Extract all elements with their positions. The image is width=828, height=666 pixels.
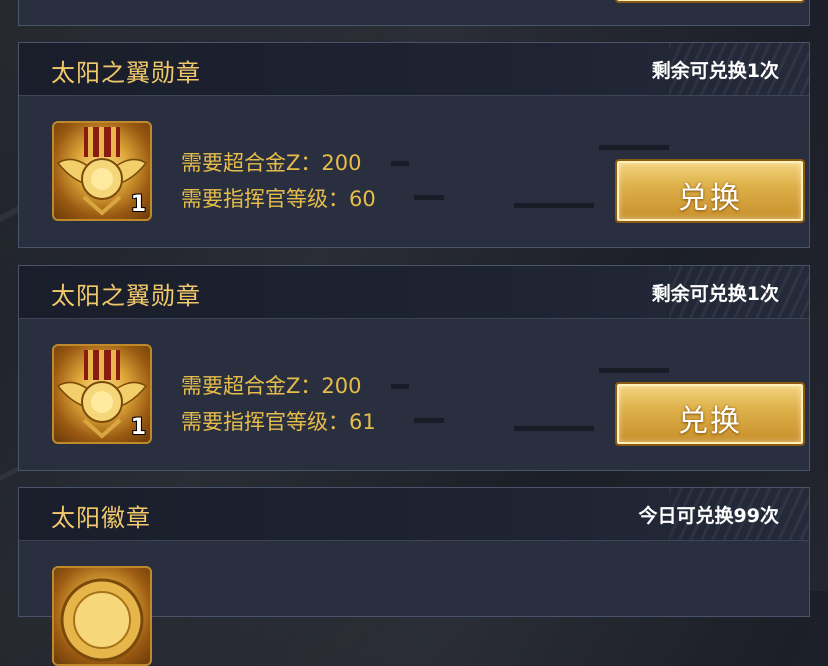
exchange-card: 太阳之翼勋章 剩余可兑换1次 1 需要超合金Z：200 需要指挥官等级：60 兑… [18, 42, 810, 248]
requirement-alloy: 需要超合金Z：200 [181, 374, 362, 398]
item-title: 太阳之翼勋章 [51, 59, 201, 87]
item-slot[interactable]: 1 [52, 344, 152, 444]
remaining-count: 剩余可兑换1次 [651, 283, 779, 305]
requirement-level: 需要指挥官等级：60 [181, 187, 376, 211]
requirement-alloy: 需要超合金Z：200 [181, 151, 362, 175]
ink-smudge [391, 161, 409, 166]
item-title: 太阳徽章 [51, 504, 151, 532]
card-header: 太阳之翼勋章 剩余可兑换1次 [19, 266, 809, 319]
ink-smudge [599, 145, 669, 150]
sun-badge-icon [60, 578, 144, 662]
requirement-level: 需要指挥官等级：61 [181, 410, 376, 434]
ink-smudge [414, 418, 444, 423]
previous-exchange-button[interactable] [617, 0, 803, 1]
previous-card [18, 0, 810, 26]
item-quantity: 1 [130, 192, 146, 217]
exchange-button[interactable]: 兑换 [617, 384, 803, 444]
card-header: 太阳之翼勋章 剩余可兑换1次 [19, 43, 809, 96]
ink-smudge [391, 384, 409, 389]
item-slot[interactable]: 1 [52, 121, 152, 221]
exchange-card: 太阳徽章 今日可兑换99次 [18, 487, 810, 666]
remaining-count: 剩余可兑换1次 [651, 60, 779, 82]
exchange-card: 太阳之翼勋章 剩余可兑换1次 1 需要超合金Z：200 需要指挥官等级：61 兑… [18, 265, 810, 471]
exchange-button[interactable]: 兑换 [617, 161, 803, 221]
card-header: 太阳徽章 今日可兑换99次 [19, 488, 809, 541]
exchange-button-label: 兑换 [678, 404, 742, 439]
item-slot[interactable] [52, 566, 152, 666]
ink-smudge [599, 368, 669, 373]
ink-smudge [514, 203, 594, 208]
ink-smudge [514, 426, 594, 431]
item-title: 太阳之翼勋章 [51, 282, 201, 310]
item-quantity: 1 [130, 415, 146, 440]
ink-smudge [414, 195, 444, 200]
remaining-count: 今日可兑换99次 [638, 505, 779, 527]
exchange-button-label: 兑换 [678, 181, 742, 216]
